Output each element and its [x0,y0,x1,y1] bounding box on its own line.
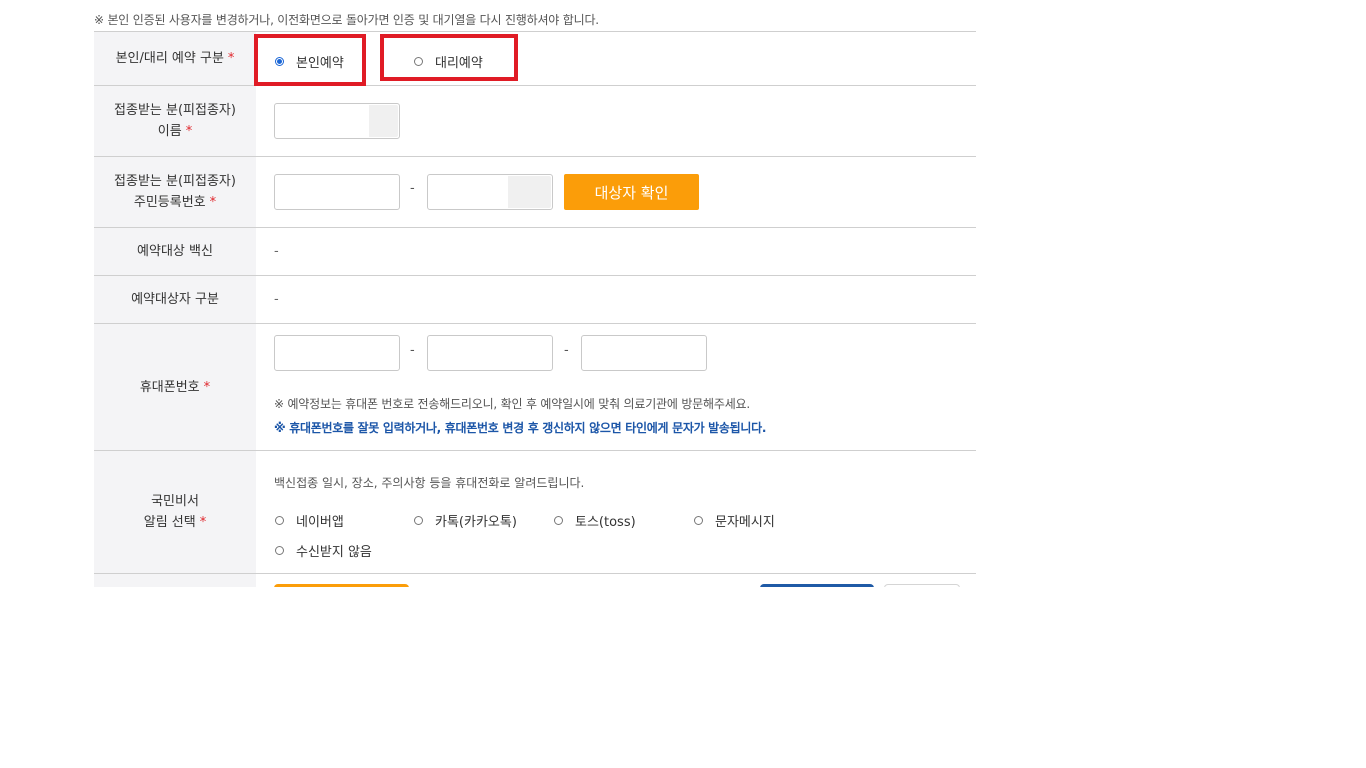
value-resident-number: - 대상자 확인 [256,157,976,227]
radio-kakaotalk[interactable]: 카톡(카카오톡) [414,511,517,530]
radio-proxy-reservation[interactable]: 대리예약 [414,52,483,71]
vaccine-value: - [274,244,279,259]
label-notification: 국민비서 알림 선택 * [94,451,256,573]
radio-label: 수신받지 않음 [296,545,372,560]
value-phone: - - ※ 예약정보는 휴대폰 번호로 전송해드리오니, 확인 후 예약일시에 … [256,324,976,450]
required-mark: * [185,124,193,139]
radio-sms[interactable]: 문자메시지 [694,511,775,530]
top-notice: ※ 본인 인증된 사용자를 변경하거나, 이전화면으로 돌아가면 인증 및 대기… [94,13,599,27]
page-viewport: ※ 본인 인증된 사용자를 변경하거나, 이전화면으로 돌아가면 인증 및 대기… [0,0,1366,587]
row-reservation-type: 본인/대리 예약 구분 * 본인예약 대리예약 [94,32,976,86]
label-vaccine: 예약대상 백신 [94,228,256,275]
redacted-value [283,176,385,208]
radio-checked-icon [275,57,284,66]
label-line2: 알림 선택 [143,515,196,530]
bottom-blue-button[interactable] [760,584,874,587]
value-reservation-type: 본인예약 대리예약 [254,32,976,86]
label-reservation-type: 본인/대리 예약 구분 * [94,32,256,85]
radio-unchecked-icon [275,516,284,525]
radio-label: 대리예약 [435,56,483,71]
resident-number-back-input[interactable] [427,174,553,210]
label-resident-number: 접종받는 분(피접종자) 주민등록번호 * [94,157,256,227]
resident-number-front-input[interactable] [274,174,400,210]
radio-unchecked-icon [414,57,423,66]
label-cutoff [94,574,256,587]
label-line1: 국민비서 [151,494,199,509]
label-line2: 주민등록번호 [133,195,206,210]
row-resident-number: 접종받는 분(피접종자) 주민등록번호 * - 대상자 확인 [94,157,976,228]
phone-warning-text: ※ 휴대폰번호를 잘못 입력하거나, 휴대폰번호 변경 후 갱신하지 않으면 타… [274,421,767,435]
required-mark: * [227,51,235,66]
radio-label: 문자메시지 [715,515,775,530]
target-type-value: - [274,292,279,307]
value-vaccine: - [256,228,976,275]
input-tail [508,176,551,208]
radio-unchecked-icon [554,516,563,525]
reservation-form-table: 본인/대리 예약 구분 * 본인예약 대리예약 접종받는 분(피접종자) 이름 … [94,31,976,587]
radio-toss[interactable]: 토스(toss) [554,511,636,530]
row-name: 접종받는 분(피접종자) 이름 * [94,86,976,157]
row-notification: 국민비서 알림 선택 * 백신접종 일시, 장소, 주의사항 등을 휴대전화로 알… [94,451,976,574]
required-mark: * [209,195,217,210]
radio-unchecked-icon [275,546,284,555]
phone-part3-input[interactable] [581,335,707,371]
redacted-value [281,105,369,137]
separator: - [564,343,569,358]
label-line1: 접종받는 분(피접종자) [114,174,236,189]
radio-label: 네이버앱 [296,515,344,530]
value-target-type: - [256,276,976,323]
required-mark: * [203,379,211,395]
value-notification: 백신접종 일시, 장소, 주의사항 등을 휴대전화로 알려드립니다. 네이버앱 … [256,451,976,573]
bottom-orange-button[interactable] [274,584,409,587]
label-name: 접종받는 분(피접종자) 이름 * [94,86,256,156]
required-mark: * [199,515,207,530]
radio-unchecked-icon [414,516,423,525]
phone-part2-input[interactable] [427,335,553,371]
phone-info-text: ※ 예약정보는 휴대폰 번호로 전송해드리오니, 확인 후 예약일시에 맞춰 의… [274,397,750,411]
label-text: 휴대폰번호 [139,379,200,395]
radio-no-receive[interactable]: 수신받지 않음 [275,541,372,560]
radio-naver-app[interactable]: 네이버앱 [275,511,344,530]
value-name [256,86,976,156]
redacted-value [430,176,508,208]
row-vaccine: 예약대상 백신 - [94,228,976,276]
input-tail [369,105,398,137]
radio-label: 카톡(카카오톡) [435,515,517,530]
label-phone: 휴대폰번호 * [94,324,256,450]
confirm-target-button[interactable]: 대상자 확인 [564,174,699,210]
phone-part1-input[interactable] [274,335,400,371]
row-phone: 휴대폰번호 * - - ※ 예약정보는 휴대폰 번호로 전송해드리오니, 확인 후… [94,324,976,451]
label-text: 본인/대리 예약 구분 [115,51,224,66]
radio-unchecked-icon [694,516,703,525]
row-target-type: 예약대상자 구분 - [94,276,976,324]
bottom-white-button[interactable] [884,584,960,587]
label-target-type: 예약대상자 구분 [94,276,256,323]
separator: - [410,181,415,196]
label-line2: 이름 [157,124,182,139]
radio-label: 본인예약 [296,56,344,71]
label-line1: 접종받는 분(피접종자) [114,103,236,118]
name-input[interactable] [274,103,400,139]
separator: - [410,343,415,358]
notification-note: 백신접종 일시, 장소, 주의사항 등을 휴대전화로 알려드립니다. [274,476,585,490]
radio-self-reservation[interactable]: 본인예약 [275,52,344,71]
radio-label: 토스(toss) [575,515,636,530]
